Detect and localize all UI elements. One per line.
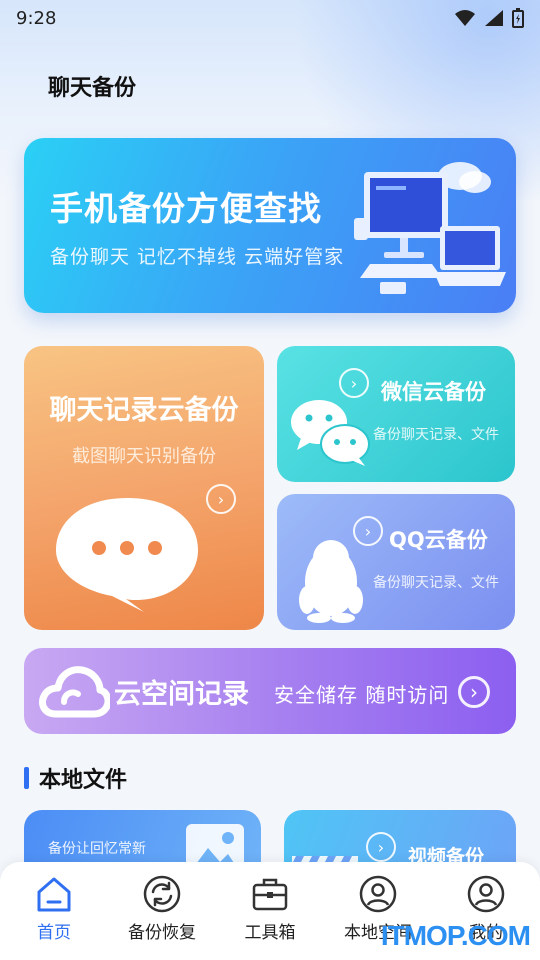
page-title: 聊天备份: [48, 76, 137, 101]
status-bar: 9:28: [0, 0, 540, 36]
section-accent-bar: [24, 767, 29, 789]
chat-record-subtitle: 截图聊天识别备份: [72, 446, 216, 467]
qq-penguin-icon: [299, 540, 363, 623]
toolbox-icon: [252, 878, 288, 911]
chat-bubble-icon: [56, 498, 198, 612]
watermark-text: ITMOP.COM: [380, 920, 531, 951]
local-files-title: 本地文件: [39, 768, 128, 793]
wechat-subtitle: 备份聊天记录、文件: [373, 427, 499, 443]
home-icon: [37, 877, 71, 912]
qq-backup-card[interactable]: › QQ云备份 备份聊天记录、文件: [277, 494, 515, 630]
battery-icon: [512, 8, 524, 28]
chevron-right-icon[interactable]: ›: [458, 676, 490, 708]
sync-icon: [143, 875, 181, 913]
chat-record-backup-card[interactable]: 聊天记录云备份 截图聊天识别备份 ›: [24, 346, 264, 630]
status-time: 9:28: [16, 7, 57, 29]
tab-backup-restore-label: 备份恢复: [128, 923, 196, 943]
wechat-backup-card[interactable]: › 微信云备份 备份聊天记录、文件: [277, 346, 515, 482]
wechat-title: 微信云备份: [381, 380, 486, 404]
tab-backup-restore[interactable]: 备份恢复: [112, 874, 212, 960]
tab-toolbox[interactable]: 工具箱: [220, 874, 320, 960]
status-icons: [454, 8, 524, 28]
wifi-icon: [455, 10, 475, 26]
photo-backup-subtitle: 备份让回忆常新: [48, 841, 146, 857]
hero-subtitle: 备份聊天 记忆不掉线 云端好管家: [50, 246, 345, 268]
cloud-space-subtitle: 安全储存 随时访问: [274, 683, 450, 707]
chat-record-title: 聊天记录云备份: [49, 395, 239, 426]
chevron-right-icon[interactable]: ›: [206, 484, 236, 514]
qq-title: QQ云备份: [389, 528, 488, 552]
hero-banner[interactable]: 手机备份方便查找 备份聊天 记忆不掉线 云端好管家: [24, 138, 516, 313]
hero-title: 手机备份方便查找: [50, 189, 322, 228]
qq-subtitle: 备份聊天记录、文件: [373, 575, 499, 591]
computer-devices-illustration: [354, 162, 506, 294]
tab-home[interactable]: 首页: [4, 874, 104, 960]
cloud-icon: [39, 666, 110, 718]
tab-toolbox-label: 工具箱: [244, 923, 296, 943]
user-icon: [359, 875, 397, 913]
wechat-icon: [291, 400, 370, 466]
signal-icon: [485, 10, 503, 26]
profile-icon: [467, 875, 505, 913]
tab-home-label: 首页: [37, 923, 71, 943]
cloud-space-title: 云空间记录: [114, 679, 249, 710]
cloud-space-record-card[interactable]: 云空间记录 安全储存 随时访问 ›: [24, 648, 516, 734]
chevron-right-icon[interactable]: ›: [366, 832, 396, 862]
local-files-section-header: 本地文件: [24, 762, 127, 794]
